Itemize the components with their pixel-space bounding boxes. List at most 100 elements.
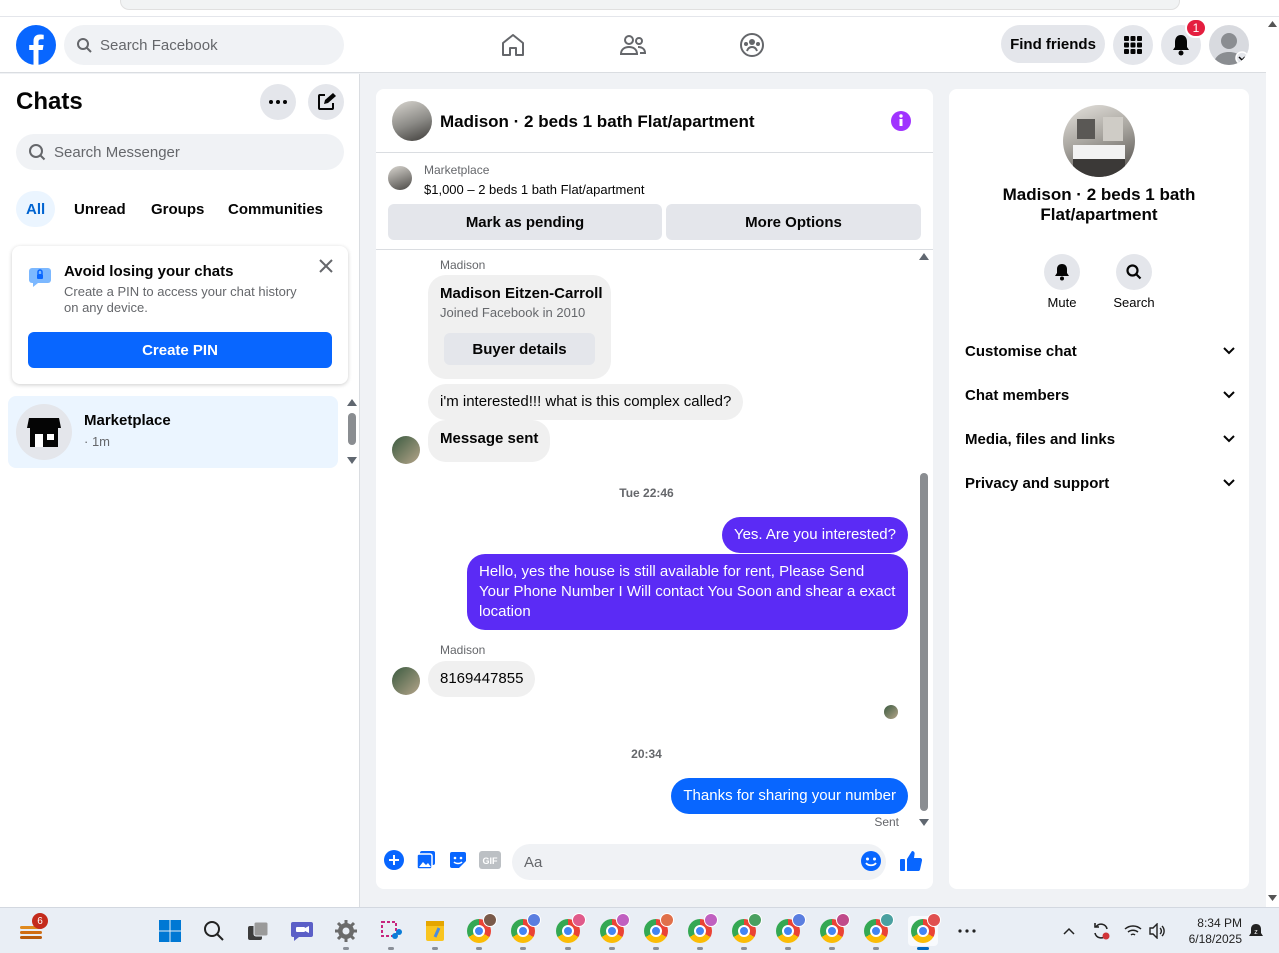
message-input[interactable]: Aa: [512, 844, 886, 880]
sender-name: Madison: [440, 258, 486, 272]
svg-text:z: z: [1254, 929, 1258, 936]
facebook-logo-icon[interactable]: [16, 25, 56, 65]
filter-groups-tab[interactable]: Groups: [141, 191, 214, 227]
incoming-message: i'm interested!!! what is this complex c…: [428, 384, 744, 420]
conversation-meta: · 1m: [84, 434, 110, 449]
mark-as-pending-button[interactable]: Mark as pending: [388, 204, 662, 240]
listing-thumbnail[interactable]: [392, 101, 432, 141]
more-options-button[interactable]: More Options: [666, 204, 921, 240]
section-label: Media, files and links: [965, 430, 1116, 448]
chevron-up-icon[interactable]: [1054, 916, 1084, 946]
sticky-notes-icon[interactable]: [420, 916, 450, 950]
chrome-profile-9-icon[interactable]: [817, 913, 850, 950]
chrome-profile-4-icon[interactable]: [597, 913, 630, 950]
thumbs-up-icon[interactable]: [899, 849, 923, 873]
gif-icon[interactable]: GIF: [479, 851, 501, 869]
marketplace-label: Marketplace: [424, 163, 490, 177]
account-avatar[interactable]: [1209, 25, 1249, 65]
marketplace-listing-bar: Marketplace $1,000 – 2 beds 1 bath Flat/…: [376, 154, 933, 250]
chrome-profile-3-icon[interactable]: [553, 913, 586, 950]
message-status: Sent: [874, 815, 899, 829]
profile-name: Madison · 2 beds 1 bath Flat/apartment: [1002, 185, 1196, 224]
clock[interactable]: 8:34 PM 6/18/2025: [1172, 915, 1242, 947]
listing-profile-photo[interactable]: [1063, 105, 1135, 177]
timestamp: 20:34: [631, 747, 662, 761]
search-icon[interactable]: [199, 916, 229, 946]
sync-icon[interactable]: [1086, 916, 1116, 946]
chevron-down-icon: [1223, 391, 1235, 399]
widgets-icon[interactable]: 6: [16, 913, 48, 946]
chat-title[interactable]: Madison · 2 beds 1 bath Flat/apartment: [440, 112, 755, 132]
listing-price[interactable]: $1,000 – 2 beds 1 bath Flat/apartment: [424, 182, 644, 197]
outgoing-message: Yes. Are you interested?: [721, 517, 908, 553]
chrome-profile-7-icon[interactable]: [729, 913, 762, 950]
snipping-tool-icon[interactable]: [376, 916, 406, 950]
sender-avatar[interactable]: [392, 436, 420, 464]
chrome-profile-6-icon[interactable]: [685, 913, 718, 950]
search-messenger-input[interactable]: Search Messenger: [16, 134, 344, 170]
clock-date: 6/18/2025: [1188, 932, 1242, 946]
more-apps-icon[interactable]: [952, 916, 982, 946]
incoming-message: 8169447855: [428, 661, 536, 697]
filter-communities-tab[interactable]: Communities: [218, 191, 333, 227]
customise-chat-row[interactable]: Customise chat: [965, 331, 1235, 371]
buyer-name: Madison Eitzen-Carroll: [440, 285, 603, 302]
conversation-item-marketplace[interactable]: Marketplace · 1m: [8, 396, 338, 468]
notification-center-icon[interactable]: z: [1241, 916, 1271, 946]
buyer-info-card: Madison Eitzen-Carroll Joined Facebook i…: [428, 275, 611, 379]
new-message-icon[interactable]: [308, 84, 344, 120]
pin-card-title: Avoid losing your chats: [64, 263, 234, 280]
create-pin-button[interactable]: Create PIN: [28, 332, 332, 368]
chrome-profile-8-icon[interactable]: [773, 913, 806, 950]
chrome-profile-2-icon[interactable]: [508, 913, 541, 950]
pin-card-body: Create a PIN to access your chat history…: [64, 284, 297, 315]
conversation-list-scrollbar[interactable]: [346, 399, 358, 467]
plus-icon[interactable]: [384, 850, 404, 870]
section-label: Customise chat: [965, 342, 1077, 360]
chrome-profile-10-icon[interactable]: [861, 913, 894, 950]
buyer-details-button[interactable]: Buyer details: [444, 333, 595, 365]
chevron-down-icon: [1223, 479, 1235, 487]
widgets-badge: 6: [32, 913, 48, 929]
sender-avatar[interactable]: [392, 667, 420, 695]
address-bar-edge[interactable]: [120, 0, 1180, 10]
sticker-icon[interactable]: [448, 850, 468, 870]
close-icon[interactable]: [318, 258, 334, 274]
friends-nav-icon[interactable]: [613, 25, 653, 65]
message-scrollbar[interactable]: [918, 253, 930, 829]
timestamp: Tue 22:46: [619, 486, 674, 500]
search-icon[interactable]: [1116, 254, 1152, 290]
filter-all-tab[interactable]: All: [16, 191, 56, 227]
read-receipt-avatar: [884, 705, 898, 719]
chat-info-panel: Madison · 2 beds 1 bath Flat/apartment M…: [949, 89, 1249, 889]
chrome-profile-5-icon[interactable]: [641, 913, 674, 950]
groups-nav-icon[interactable]: [732, 25, 772, 65]
windows-start-icon[interactable]: [155, 916, 185, 946]
filter-unread-tab[interactable]: Unread: [64, 191, 136, 227]
info-icon[interactable]: [890, 110, 912, 132]
buyer-joined: Joined Facebook in 2010: [440, 305, 586, 320]
teams-chat-icon[interactable]: [287, 916, 317, 946]
menu-grid-icon[interactable]: [1113, 25, 1153, 65]
chrome-profile-11-icon-active[interactable]: [908, 913, 941, 950]
photo-icon[interactable]: [416, 850, 436, 870]
chat-members-row[interactable]: Chat members: [965, 375, 1235, 415]
find-friends-button[interactable]: Find friends: [1001, 25, 1105, 63]
chrome-profile-1-icon[interactable]: [464, 913, 497, 950]
media-files-links-row[interactable]: Media, files and links: [965, 419, 1235, 459]
volume-icon[interactable]: [1142, 916, 1172, 946]
home-nav-icon[interactable]: [493, 25, 533, 65]
privacy-support-row[interactable]: Privacy and support: [965, 463, 1235, 503]
chat-lock-icon: [28, 266, 52, 288]
search-facebook-input[interactable]: Search Facebook: [64, 25, 344, 65]
emoji-icon[interactable]: [860, 850, 882, 872]
mute-bell-icon[interactable]: [1044, 254, 1080, 290]
more-options-icon[interactable]: [260, 84, 296, 120]
search-placeholder: Search Messenger: [54, 143, 180, 161]
settings-gear-icon[interactable]: [331, 916, 361, 950]
listing-thumbnail-small: [388, 166, 412, 190]
page-scrollbar[interactable]: [1266, 17, 1279, 907]
task-view-icon[interactable]: [243, 916, 273, 946]
conversation-name: Marketplace: [84, 412, 171, 429]
chats-title: Chats: [16, 88, 83, 115]
